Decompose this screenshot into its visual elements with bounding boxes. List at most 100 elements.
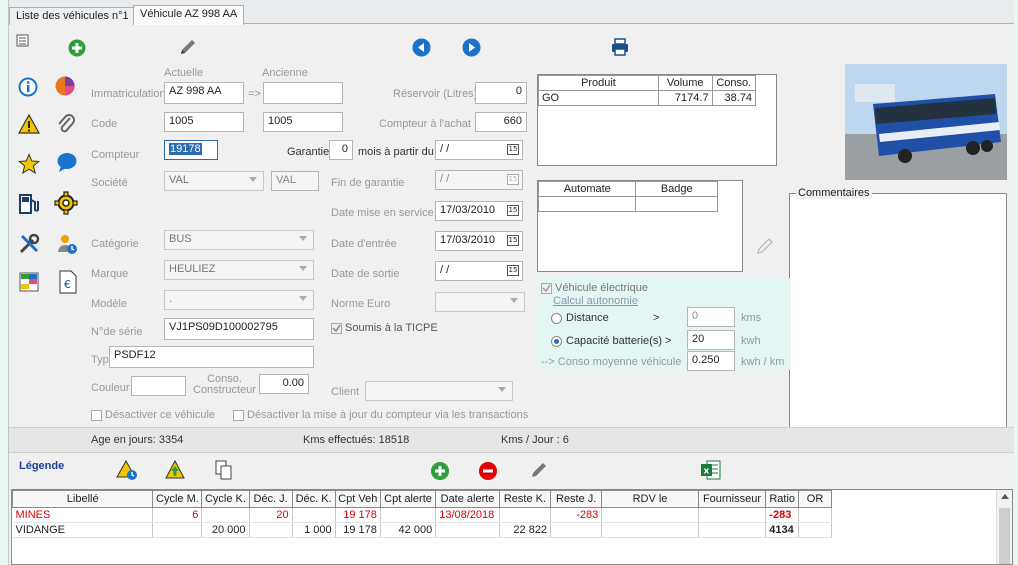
grid-col-cycle-k[interactable]: Cycle K.	[201, 490, 250, 508]
date-sortie-input[interactable]: / / 15	[435, 261, 523, 281]
tab-vehicle-list[interactable]: Liste des véhicules n°1	[9, 7, 136, 25]
desactiver-maj-checkbox[interactable]: Désactiver la mise à jour du compteur vi…	[233, 409, 528, 421]
norme-euro-select[interactable]	[435, 292, 525, 312]
grid-col-cycle-m[interactable]: Cycle M.	[152, 490, 203, 508]
user-schedule-icon[interactable]	[55, 232, 79, 256]
calendar-icon[interactable]: 15	[507, 144, 519, 155]
marque-select[interactable]: HEULIEZ	[164, 260, 314, 280]
client-select[interactable]	[365, 381, 513, 401]
electric-checkbox[interactable]: Véhicule électrique	[541, 282, 648, 294]
excel-export-icon[interactable]: x	[699, 458, 723, 482]
maintenance-grid[interactable]: Libellé Cycle M. Cycle K. Déc. J. Déc. K…	[11, 489, 1013, 565]
grid-col-fournisseur[interactable]: Fournisseur	[697, 490, 767, 508]
favorite-star-icon[interactable]	[17, 152, 41, 176]
modele-select[interactable]: .	[164, 290, 314, 310]
table-row[interactable]: MINES 6 20 19 178 13/08/2018 -283 -283	[12, 507, 832, 523]
table-row[interactable]: VIDANGE 20 000 1 000 19 178 42 000 22 82…	[12, 522, 832, 538]
code-old-input[interactable]: 1005	[263, 112, 343, 132]
grid-col-dec-k[interactable]: Déc. K.	[291, 490, 336, 508]
copy-icon[interactable]	[213, 458, 235, 482]
capacite-input[interactable]: 20	[687, 330, 735, 350]
immatriculation-input[interactable]: AZ 998 AA	[164, 82, 244, 104]
scroll-up-icon[interactable]	[1001, 494, 1009, 499]
edit-pencil-icon[interactable]	[177, 36, 199, 58]
ticpe-label: Soumis à la TICPE	[345, 322, 438, 334]
grid-col-libelle[interactable]: Libellé	[12, 490, 154, 508]
warning-up-icon[interactable]	[163, 458, 187, 482]
remove-line-icon[interactable]	[477, 460, 499, 482]
code-input[interactable]: 1005	[164, 112, 244, 132]
fuel-pump-icon[interactable]	[17, 192, 41, 216]
grid-col-date-alerte[interactable]: Date alerte	[435, 490, 500, 508]
chevron-down-icon	[299, 236, 307, 241]
couleur-input[interactable]	[131, 376, 186, 396]
grid-col-rdv-le[interactable]: RDV le	[601, 490, 699, 508]
compteur-achat-input[interactable]: 660	[475, 112, 527, 132]
capacite-radio[interactable]: Capacité batterie(s) >	[551, 335, 671, 347]
menu-icon[interactable]	[15, 33, 29, 47]
grid-scrollbar[interactable]	[996, 490, 1012, 564]
calendar-icon[interactable]: 15	[507, 265, 519, 276]
settings-gear-icon[interactable]	[53, 190, 79, 216]
previous-icon[interactable]	[411, 37, 431, 57]
warning-icon[interactable]	[17, 113, 41, 135]
automates-col-automate[interactable]: Automate	[537, 181, 637, 197]
products-col-produit[interactable]: Produit	[538, 75, 659, 91]
date-entree-input[interactable]: 17/03/2010 15	[435, 231, 523, 251]
conso-moyenne-input[interactable]: 0.250	[687, 351, 735, 371]
distance-label: Distance	[566, 312, 609, 324]
desactiver-vehicule-checkbox[interactable]: Désactiver ce véhicule	[91, 409, 215, 421]
invoice-euro-icon[interactable]: €	[57, 269, 79, 295]
type-input[interactable]: PSDF12	[109, 346, 314, 368]
add-icon[interactable]	[67, 38, 87, 58]
ticpe-checkbox[interactable]: Soumis à la TICPE	[331, 322, 438, 334]
commentaires-textarea[interactable]: Commentaires	[789, 187, 1007, 429]
commentaires-label: Commentaires	[796, 187, 872, 199]
societe-select[interactable]: VAL	[164, 171, 264, 191]
grid-col-dec-j[interactable]: Déc. J.	[248, 490, 293, 508]
next-icon[interactable]	[461, 37, 481, 57]
grid-col-cpt-veh[interactable]: Cpt Veh	[334, 490, 381, 508]
vehicle-photo	[845, 64, 1007, 180]
conso-constructeur-input[interactable]: 0.00	[259, 374, 309, 394]
mise-service-input[interactable]: 17/03/2010 15	[435, 201, 523, 221]
print-icon[interactable]	[609, 36, 631, 58]
compteur-input[interactable]: 19178	[164, 140, 218, 160]
calendar-icon[interactable]: 15	[507, 235, 519, 246]
attachment-icon[interactable]	[55, 112, 77, 136]
distance-input[interactable]: 0	[687, 307, 735, 327]
warning-clock-icon[interactable]	[115, 458, 139, 482]
legende-link[interactable]: Légende	[19, 460, 64, 472]
grid-col-reste-k[interactable]: Reste K.	[498, 490, 552, 508]
immatriculation-old-input[interactable]	[263, 82, 343, 104]
add-line-icon[interactable]	[429, 460, 451, 482]
comment-icon[interactable]	[55, 150, 79, 174]
edit-line-pencil-icon[interactable]	[527, 458, 551, 482]
automates-col-badge[interactable]: Badge	[635, 181, 718, 197]
grid-col-ratio[interactable]: Ratio	[765, 490, 800, 508]
grid-col-cpt-alerte[interactable]: Cpt alerte	[379, 490, 437, 508]
serie-input[interactable]: VJ1PS09D100002795	[164, 318, 314, 340]
scroll-thumb[interactable]	[999, 508, 1010, 564]
grid-col-or[interactable]: OR	[798, 490, 832, 508]
garantie-date-input[interactable]: / / 15	[435, 140, 523, 160]
products-col-conso[interactable]: Conso.	[711, 75, 757, 91]
pie-chart-icon[interactable]	[53, 74, 77, 98]
table-row[interactable]: GO 7174.7 38.74	[538, 90, 757, 106]
planning-grid-icon[interactable]	[17, 270, 41, 294]
garantie-input[interactable]: 0	[329, 140, 353, 160]
categorie-select[interactable]: BUS	[164, 230, 314, 250]
tools-icon[interactable]	[17, 232, 41, 256]
calendar-icon[interactable]: 15	[507, 205, 519, 216]
table-row[interactable]	[537, 196, 718, 212]
grid-col-reste-j[interactable]: Reste J.	[550, 490, 603, 508]
info-icon[interactable]	[17, 76, 39, 98]
automates-table[interactable]: Automate Badge	[537, 180, 743, 272]
calcul-autonomie-link[interactable]: Calcul autonomie	[553, 295, 638, 307]
products-table[interactable]: Produit Volume Conso. GO 7174.7 38.74	[537, 74, 777, 166]
edit-pencil-icon[interactable]	[753, 234, 777, 258]
reservoir-input[interactable]: 0	[475, 82, 527, 104]
products-col-volume[interactable]: Volume	[657, 75, 713, 91]
distance-radio[interactable]: Distance	[551, 312, 609, 324]
tab-vehicle-detail[interactable]: Véhicule AZ 998 AA	[133, 5, 245, 25]
